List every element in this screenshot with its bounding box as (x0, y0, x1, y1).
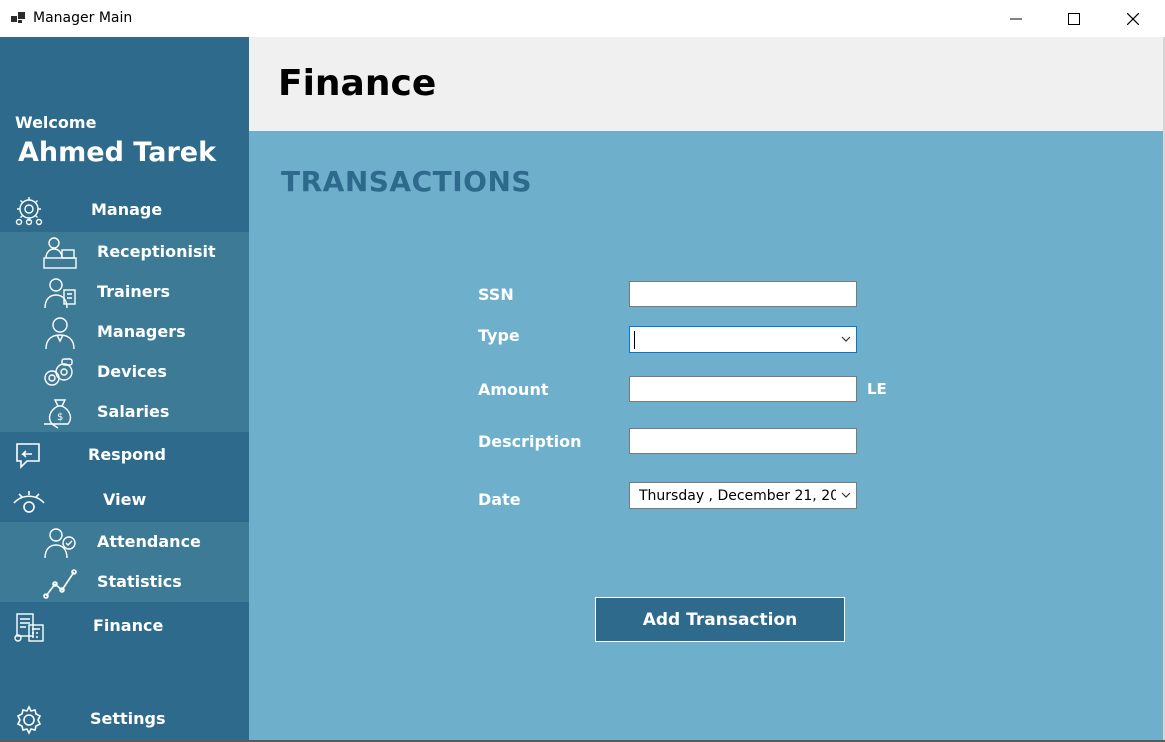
date-label: Date (478, 490, 521, 509)
sidebar-item-label: Salaries (97, 402, 170, 421)
sidebar-item-label: View (103, 490, 147, 509)
amount-input[interactable] (629, 376, 857, 402)
attendance-icon (42, 526, 78, 560)
sidebar-item-settings[interactable]: Settings (0, 699, 249, 739)
sidebar-item-view[interactable]: View (0, 480, 249, 520)
receptionist-icon (42, 236, 78, 270)
user-name: Ahmed Tarek (18, 137, 217, 168)
amount-label: Amount (478, 380, 549, 399)
svg-text:$: $ (57, 412, 63, 423)
sidebar-item-label: Respond (88, 445, 166, 464)
sidebar-item-attendance[interactable]: Attendance (0, 522, 249, 562)
sidebar-item-respond[interactable]: Respond (0, 435, 249, 475)
sidebar-item-label: Attendance (97, 532, 201, 551)
type-label: Type (478, 326, 520, 345)
view-submenu: Attendance Statistics (0, 522, 249, 602)
page-header: Finance (249, 37, 1165, 131)
main-panel: TRANSACTIONS SSN Type Amount LE Descript… (249, 131, 1163, 740)
sidebar-item-label: Trainers (97, 282, 170, 301)
description-input[interactable] (629, 428, 857, 454)
title-bar: Manager Main (0, 0, 1165, 37)
respond-icon (12, 440, 46, 472)
sidebar-item-label: Settings (90, 709, 166, 728)
gear-icon (12, 704, 46, 736)
ssn-label: SSN (478, 285, 514, 304)
sidebar-item-finance[interactable]: Finance (0, 606, 249, 646)
sidebar-item-receptionist[interactable]: Receptionisit (0, 232, 249, 272)
page-title: Finance (278, 63, 437, 104)
sidebar-item-manage[interactable]: Manage (0, 190, 249, 230)
description-label: Description (478, 432, 582, 451)
statistics-icon (42, 566, 78, 600)
chevron-down-icon[interactable] (841, 335, 851, 343)
welcome-label: Welcome (15, 113, 97, 132)
sidebar-item-devices[interactable]: Devices (0, 352, 249, 392)
manager-icon (42, 316, 78, 350)
close-button[interactable] (1104, 0, 1162, 37)
sidebar-item-salaries[interactable]: $ Salaries (0, 392, 249, 432)
sidebar-item-trainers[interactable]: Trainers (0, 272, 249, 312)
app-icon (10, 10, 26, 26)
sidebar-item-label: Manage (91, 200, 163, 219)
finance-icon (12, 611, 46, 643)
dumbbell-icon (42, 356, 78, 390)
maximize-button[interactable] (1045, 0, 1103, 37)
money-bag-icon: $ (42, 396, 78, 430)
manage-submenu: Receptionisit Trainers Managers Devices … (0, 232, 249, 432)
chevron-down-icon[interactable] (841, 491, 851, 499)
minimize-button[interactable] (987, 0, 1045, 37)
text-caret (634, 331, 635, 349)
date-value: Thursday , December 21, 2023 (639, 488, 836, 504)
add-transaction-button[interactable]: Add Transaction (595, 597, 845, 642)
gear-people-icon (12, 195, 46, 227)
sidebar-item-label: Receptionisit (97, 242, 216, 261)
trainer-icon (42, 276, 78, 310)
eye-icon (12, 485, 46, 517)
section-title: TRANSACTIONS (281, 165, 533, 198)
sidebar-item-label: Finance (93, 616, 164, 635)
sidebar-item-label: Devices (97, 362, 167, 381)
sidebar-item-label: Statistics (97, 572, 182, 591)
sidebar-item-managers[interactable]: Managers (0, 312, 249, 352)
date-picker[interactable]: Thursday , December 21, 2023 (629, 482, 857, 509)
sidebar-item-statistics[interactable]: Statistics (0, 562, 249, 602)
sidebar: Welcome Ahmed Tarek Manage Receptionisit (0, 37, 249, 740)
ssn-input[interactable] (629, 281, 857, 307)
type-select[interactable] (629, 326, 857, 353)
window-title: Manager Main (33, 10, 133, 26)
sidebar-item-label: Managers (97, 322, 186, 341)
amount-unit: LE (867, 380, 887, 398)
